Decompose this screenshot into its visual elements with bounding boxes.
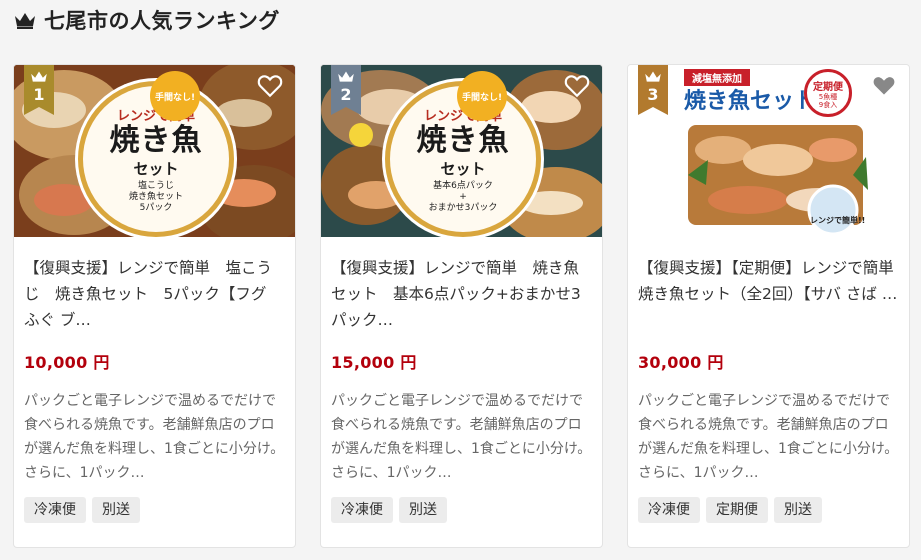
tag-list: 冷凍便 別送 <box>24 497 285 523</box>
product-price: 15,000 円 <box>331 353 417 372</box>
tag-separate: 別送 <box>774 497 822 523</box>
product-name[interactable]: 【復興支援】レンジで簡単 焼き魚セット 基本6点パック+おまかせ3パック… <box>331 255 592 333</box>
rank-badge-gold: 1 <box>24 65 54 115</box>
note-badge: 手間なし! <box>457 71 507 121</box>
corner-label: レンジで簡単!! <box>810 216 866 225</box>
stamp-small-text: 塩こうじ 焼き魚セット 5パック <box>128 180 183 213</box>
product-image[interactable]: レンジで簡単 焼き魚 セット 基本6点パック + おまかせ3パック 手間なし! … <box>321 65 602 237</box>
tag-separate: 別送 <box>92 497 140 523</box>
favorite-heart-icon[interactable] <box>564 73 590 99</box>
ranking-card-2[interactable]: レンジで簡単 焼き魚 セット 基本6点パック + おまかせ3パック 手間なし! … <box>320 64 603 548</box>
product-price: 10,000 円 <box>24 353 110 372</box>
tag-frozen: 冷凍便 <box>638 497 700 523</box>
product-description: パックごと電子レンジで温めるでだけで食べられる焼魚です。老舗鮮魚店のプロが選んだ… <box>24 393 285 481</box>
plan-badge: 定期便 5魚種 9食入 <box>804 69 852 117</box>
stamp-small-text: 基本6点パック + おまかせ3パック <box>428 180 498 213</box>
stamp-big-text: 焼き魚 <box>109 122 203 158</box>
rank-badge-silver: 2 <box>331 65 361 115</box>
tag-frozen: 冷凍便 <box>331 497 393 523</box>
favorite-heart-icon[interactable] <box>257 73 283 99</box>
product-description: パックごと電子レンジで温めるでだけで食べられる焼魚です。老舗鮮魚店のプロが選んだ… <box>331 393 592 481</box>
ranking-card-3[interactable]: 減塩無添加 焼き魚セット 定期便 5魚種 9食入 レンジで簡単!! 3 【復興支… <box>627 64 910 548</box>
product-name[interactable]: 【復興支援】【定期便】レンジで簡単 焼き魚セット（全2回）【サバ さば … <box>638 255 899 333</box>
crown-icon <box>338 71 354 82</box>
tag-list: 冷凍便 別送 <box>331 497 592 523</box>
rank-number: 3 <box>647 85 659 104</box>
plan-badge-subtext: 5魚種 9食入 <box>818 92 838 109</box>
rank-number: 1 <box>33 85 45 104</box>
tag-separate: 別送 <box>399 497 447 523</box>
image-title: 焼き魚セット <box>684 89 817 114</box>
ranking-header: 七尾市の人気ランキング <box>14 4 280 36</box>
crown-icon <box>31 71 47 82</box>
crown-icon <box>645 71 661 82</box>
product-price: 30,000 円 <box>638 353 724 372</box>
plan-badge-text: 定期便 <box>813 81 843 93</box>
tag-subscription: 定期便 <box>706 497 768 523</box>
product-image[interactable]: レンジで簡単 焼き魚 セット 塩こうじ 焼き魚セット 5パック 手間なし! 1 <box>14 65 295 237</box>
tag-frozen: 冷凍便 <box>24 497 86 523</box>
rank-badge-bronze: 3 <box>638 65 668 115</box>
tag-list: 冷凍便 定期便 別送 <box>638 497 899 523</box>
ranking-card-1[interactable]: レンジで簡単 焼き魚 セット 塩こうじ 焼き魚セット 5パック 手間なし! 1 … <box>13 64 296 548</box>
favorite-heart-icon[interactable] <box>871 73 897 99</box>
stamp-mid-text: セット <box>440 159 486 178</box>
product-image[interactable]: 減塩無添加 焼き魚セット 定期便 5魚種 9食入 レンジで簡単!! 3 <box>628 65 909 237</box>
stamp-big-text: 焼き魚 <box>416 122 510 158</box>
stamp-mid-text: セット <box>133 159 179 178</box>
rank-number: 2 <box>340 85 352 104</box>
product-name[interactable]: 【復興支援】レンジで簡単 塩こうじ 焼き魚セット 5パック【フグ ふぐ ブ… <box>24 255 285 333</box>
page-title: 七尾市の人気ランキング <box>44 9 280 33</box>
product-description: パックごと電子レンジで温めるでだけで食べられる焼魚です。老舗鮮魚店のプロが選んだ… <box>638 393 899 481</box>
crown-icon <box>15 13 35 29</box>
note-badge: 手間なし! <box>150 71 200 121</box>
